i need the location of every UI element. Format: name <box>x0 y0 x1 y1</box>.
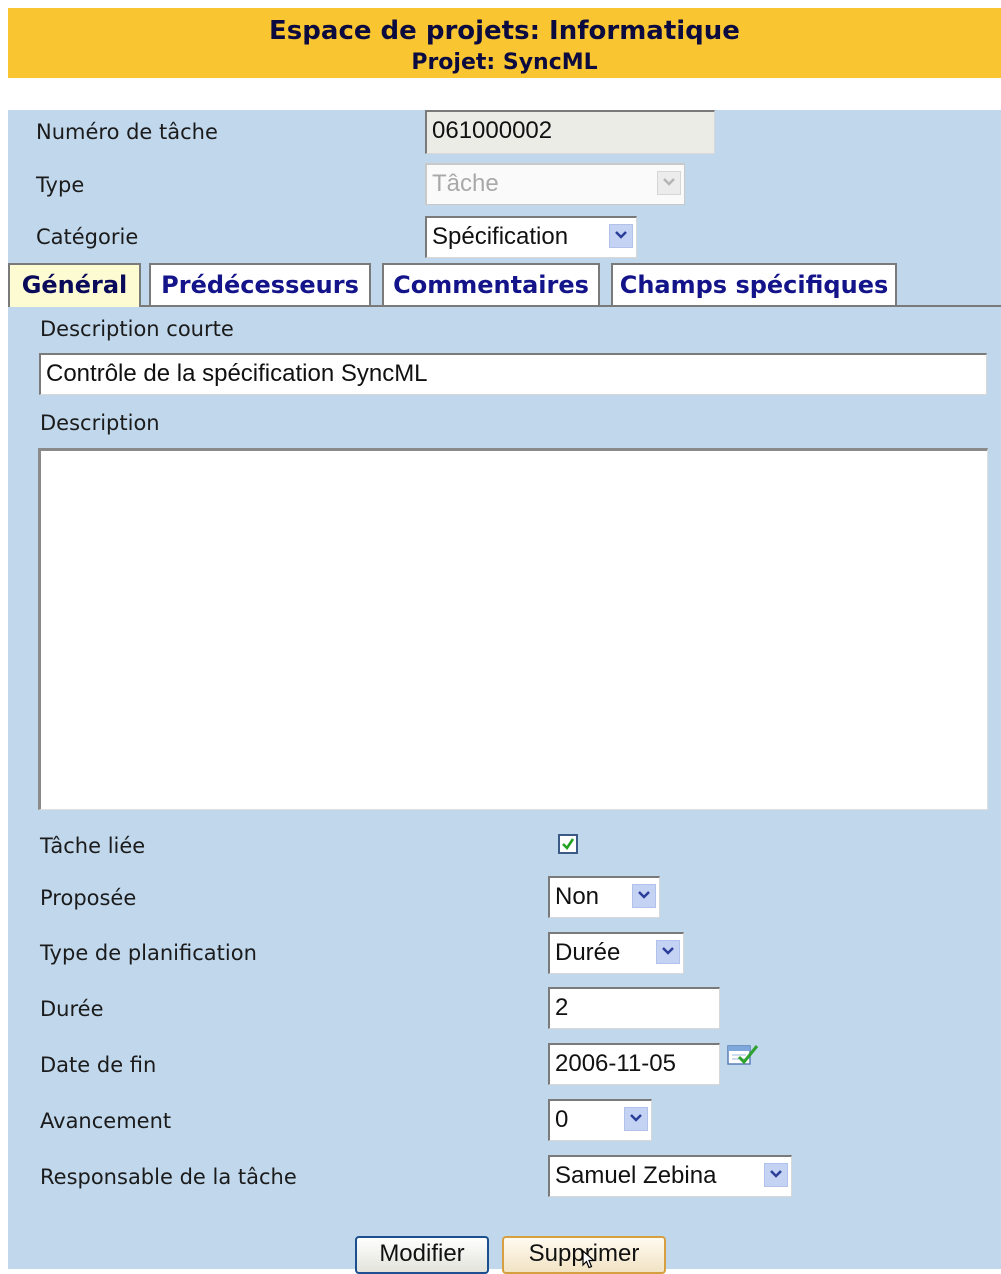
project-title: Projet: SyncML <box>411 50 598 75</box>
checkmark-icon <box>562 838 575 851</box>
type-select-value: Tâche <box>432 170 499 197</box>
task-form-panel: Numéro de tâche 061000002 Type Tâche Cat… <box>8 110 1001 1274</box>
category-select[interactable]: Spécification <box>425 216 637 258</box>
end-date-input[interactable]: 2006-11-05 <box>548 1043 720 1085</box>
proposed-label: Proposée <box>40 886 137 910</box>
calendar-icon[interactable] <box>726 1042 760 1070</box>
category-select-value: Spécification <box>432 223 569 250</box>
description-label: Description <box>40 411 160 435</box>
progress-label: Avancement <box>40 1109 172 1133</box>
space-title: Espace de projets: Informatique <box>269 16 740 46</box>
page-header: Espace de projets: Informatique Projet: … <box>8 8 1001 78</box>
tab-specific-fields[interactable]: Champs spécifiques <box>611 263 897 305</box>
owner-label: Responsable de la tâche <box>40 1165 297 1189</box>
proposed-select[interactable]: Non <box>548 876 660 918</box>
modify-button[interactable]: Modifier <box>355 1236 489 1274</box>
planning-type-select-value: Durée <box>555 939 621 966</box>
progress-select[interactable]: 0 <box>548 1099 652 1141</box>
description-textarea[interactable] <box>38 448 988 810</box>
tab-predecessors[interactable]: Prédécesseurs <box>149 263 371 305</box>
linked-task-label: Tâche liée <box>40 834 146 858</box>
chevron-down-icon <box>764 1163 788 1187</box>
chevron-down-icon <box>609 224 633 248</box>
tab-comments[interactable]: Commentaires <box>382 263 600 305</box>
owner-select[interactable]: Samuel Zebina <box>548 1155 792 1197</box>
type-label: Type <box>36 173 85 197</box>
short-description-input[interactable]: Contrôle de la spécification SyncML <box>39 353 987 395</box>
chevron-down-icon <box>657 171 681 195</box>
planning-type-label: Type de planification <box>40 941 257 965</box>
progress-select-value: 0 <box>555 1106 569 1133</box>
tab-general[interactable]: Général <box>8 263 141 307</box>
task-number-field[interactable]: 061000002 <box>425 110 715 154</box>
type-select[interactable]: Tâche <box>425 163 685 205</box>
planning-type-select[interactable]: Durée <box>548 932 684 974</box>
category-label: Catégorie <box>36 225 139 249</box>
linked-task-checkbox[interactable] <box>558 834 578 854</box>
chevron-down-icon <box>656 940 680 964</box>
chevron-down-icon <box>624 1107 648 1131</box>
task-number-label: Numéro de tâche <box>36 120 218 144</box>
duration-input[interactable]: 2 <box>548 987 720 1029</box>
chevron-down-icon <box>632 884 656 908</box>
owner-select-value: Samuel Zebina <box>555 1162 717 1189</box>
proposed-select-value: Non <box>555 883 600 910</box>
end-date-label: Date de fin <box>40 1053 157 1077</box>
duration-label: Durée <box>40 997 104 1021</box>
tabs-underline <box>8 305 1001 307</box>
short-description-label: Description courte <box>40 317 234 341</box>
mouse-cursor-icon <box>582 1250 596 1269</box>
